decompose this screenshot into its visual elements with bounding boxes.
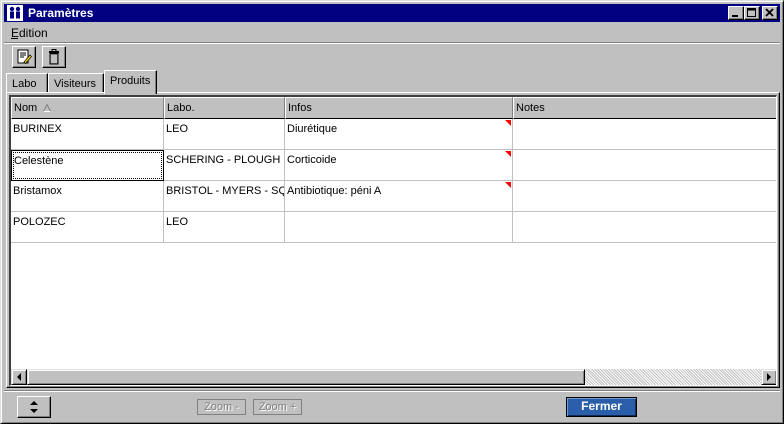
column-label: Labo. xyxy=(167,102,195,114)
maximize-icon xyxy=(747,8,756,17)
close-icon xyxy=(765,8,774,17)
comment-flag-icon xyxy=(505,120,511,126)
menu-mnemonic-underline xyxy=(11,38,18,39)
footer-bar: Zoom - Zoom + Fermer xyxy=(4,392,780,421)
tab-produits[interactable]: Produits xyxy=(104,70,157,94)
products-grid: Nom Labo. Infos Notes BURINEX LEO Diurét… xyxy=(9,95,777,386)
zoom-in-button[interactable]: Zoom + xyxy=(253,399,302,415)
parametres-window: Paramètres Edition Labo Visiteurs Produi… xyxy=(0,0,784,424)
column-header-infos[interactable]: Infos xyxy=(285,97,513,119)
minimize-button[interactable] xyxy=(728,6,744,20)
minimize-icon xyxy=(732,15,738,17)
column-label: Notes xyxy=(516,102,545,114)
cell-nom[interactable]: Celestène xyxy=(11,150,164,181)
column-header-nom[interactable]: Nom xyxy=(11,97,164,119)
comment-flag-icon xyxy=(505,182,511,188)
tab-label: Produits xyxy=(110,75,151,87)
cell-labo[interactable]: LEO xyxy=(164,212,285,243)
reorder-button[interactable] xyxy=(17,396,51,418)
cell-infos-text: Antibiotique: péni A xyxy=(287,185,382,197)
trash-icon xyxy=(49,49,59,65)
arrow-left-icon xyxy=(17,373,21,381)
column-header-labo[interactable]: Labo. xyxy=(164,97,285,119)
column-header-notes[interactable]: Notes xyxy=(513,97,776,119)
cell-infos[interactable] xyxy=(285,212,513,243)
scrollbar-thumb[interactable] xyxy=(27,369,585,385)
table-row[interactable]: Bristamox BRISTOL - MYERS - SQUIBB Antib… xyxy=(11,181,776,212)
table-row[interactable]: Celestène SCHERING - PLOUGH Corticoide xyxy=(11,150,776,181)
table-row[interactable]: BURINEX LEO Diurétique xyxy=(11,119,776,150)
cell-notes[interactable] xyxy=(513,119,776,150)
cell-infos-text: Diurétique xyxy=(287,123,338,135)
table-row[interactable]: POLOZEC LEO xyxy=(11,212,776,243)
zoom-out-button[interactable]: Zoom - xyxy=(197,399,246,415)
cell-notes[interactable] xyxy=(513,212,776,243)
arrow-right-icon xyxy=(767,373,771,381)
column-label: Nom xyxy=(14,102,38,114)
scroll-right-button[interactable] xyxy=(761,369,776,385)
menu-bar: Edition xyxy=(4,23,780,42)
column-label: Infos xyxy=(288,102,312,114)
cell-notes[interactable] xyxy=(513,181,776,212)
up-down-arrows-icon xyxy=(30,401,38,413)
menu-separator xyxy=(4,42,780,44)
cell-nom[interactable]: POLOZEC xyxy=(11,212,164,243)
edit-document-button[interactable] xyxy=(12,46,36,68)
tab-visiteurs[interactable]: Visiteurs xyxy=(48,73,104,93)
window-title: Paramètres xyxy=(28,6,94,20)
tab-label: Labo xyxy=(12,78,37,90)
cell-nom[interactable]: Bristamox xyxy=(11,181,164,212)
scroll-left-button[interactable] xyxy=(11,369,27,385)
grid-header: Nom Labo. Infos Notes xyxy=(11,97,776,119)
cell-infos[interactable]: Corticoide xyxy=(285,150,513,181)
edit-document-icon xyxy=(17,49,32,65)
cell-labo[interactable]: BRISTOL - MYERS - SQUIBB xyxy=(164,181,285,212)
people-icon xyxy=(7,5,23,21)
cell-infos[interactable]: Diurétique xyxy=(285,119,513,150)
close-button[interactable] xyxy=(762,6,778,20)
fermer-button[interactable]: Fermer xyxy=(566,397,637,417)
comment-flag-icon xyxy=(505,151,511,157)
cell-nom[interactable]: BURINEX xyxy=(11,119,164,150)
cell-notes[interactable] xyxy=(513,150,776,181)
tab-label: Visiteurs xyxy=(54,78,96,90)
cell-infos-text: Corticoide xyxy=(287,154,337,166)
delete-button[interactable] xyxy=(42,46,66,68)
maximize-button[interactable] xyxy=(744,6,760,20)
cell-labo[interactable]: SCHERING - PLOUGH xyxy=(164,150,285,181)
tab-labo[interactable]: Labo xyxy=(6,73,48,93)
title-bar[interactable]: Paramètres xyxy=(4,4,780,22)
cell-labo[interactable]: LEO xyxy=(164,119,285,150)
sort-ascending-icon xyxy=(42,103,52,115)
cell-infos[interactable]: Antibiotique: péni A xyxy=(285,181,513,212)
horizontal-scrollbar[interactable] xyxy=(11,369,776,385)
